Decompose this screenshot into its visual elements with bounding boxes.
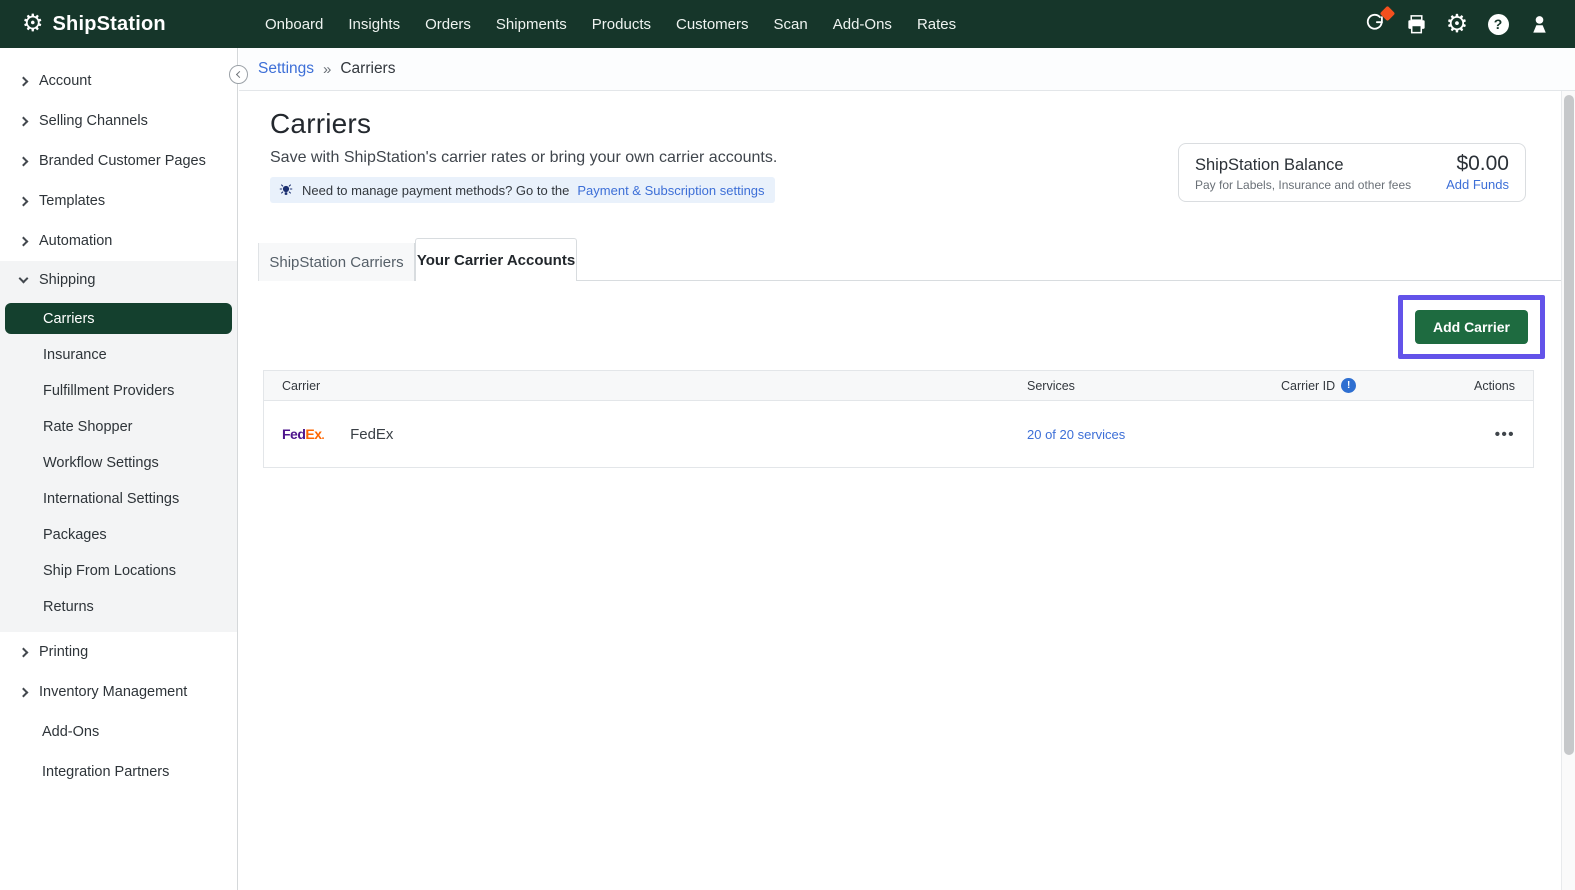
sidebar-item-carriers[interactable]: Carriers — [5, 303, 232, 334]
help-glyph: ? — [1488, 14, 1509, 35]
nav-orders[interactable]: Orders — [425, 16, 471, 33]
help-icon[interactable]: ? — [1486, 12, 1510, 36]
nav-rates[interactable]: Rates — [917, 16, 956, 33]
sidebar-item-templates[interactable]: Templates — [0, 181, 237, 221]
balance-card: ShipStation Balance $0.00 Pay for Labels… — [1178, 143, 1526, 202]
sidebar-item-label: Branded Customer Pages — [39, 153, 206, 169]
fedex-logo-icon: FedEx. — [282, 426, 324, 442]
sidebar-item-label: Automation — [39, 233, 112, 249]
sidebar-item-label: Selling Channels — [39, 113, 148, 129]
chevron-right-icon — [19, 687, 29, 697]
chevron-right-icon — [19, 647, 29, 657]
sidebar-section-shipping: Shipping Carriers Insurance Fulfillment … — [0, 261, 237, 632]
table-row: FedEx. FedEx 20 of 20 services ••• — [264, 401, 1533, 467]
chevron-right-icon — [19, 116, 29, 126]
nav-scan[interactable]: Scan — [774, 16, 808, 33]
chevron-right-icon — [19, 196, 29, 206]
chevron-left-icon — [236, 71, 243, 78]
sidebar-item-integration-partners[interactable]: Integration Partners — [0, 752, 237, 792]
sidebar-item-fulfillment-providers[interactable]: Fulfillment Providers — [0, 373, 237, 409]
user-icon[interactable] — [1527, 12, 1551, 36]
sidebar-item-workflow-settings[interactable]: Workflow Settings — [0, 445, 237, 481]
sidebar-item-printing[interactable]: Printing — [0, 632, 237, 672]
sidebar-item-add-ons[interactable]: Add-Ons — [0, 712, 237, 752]
add-funds-link[interactable]: Add Funds — [1446, 177, 1509, 192]
sidebar-item-selling-channels[interactable]: Selling Channels — [0, 101, 237, 141]
column-header-actions: Actions — [1441, 379, 1515, 393]
scrollbar-thumb[interactable] — [1564, 95, 1574, 755]
primary-nav: Onboard Insights Orders Shipments Produc… — [265, 0, 956, 48]
shipstation-logo-icon: ⚙ — [22, 12, 44, 36]
services-link[interactable]: 20 of 20 services — [1027, 427, 1281, 442]
carrier-cell: FedEx. FedEx — [282, 426, 1027, 443]
breadcrumb-current: Carriers — [340, 60, 395, 78]
nav-shipments[interactable]: Shipments — [496, 16, 567, 33]
sidebar-item-label: Add-Ons — [42, 724, 99, 740]
sidebar-item-account[interactable]: Account — [0, 61, 237, 101]
info-icon[interactable]: ! — [1341, 378, 1356, 393]
sidebar-item-returns[interactable]: Returns — [0, 589, 237, 625]
balance-title: ShipStation Balance — [1195, 156, 1344, 175]
refresh-icon[interactable] — [1363, 12, 1387, 36]
scrollbar-track[interactable] — [1561, 91, 1575, 890]
sidebar-item-shipping[interactable]: Shipping — [0, 261, 237, 299]
sidebar-item-label: Inventory Management — [39, 684, 187, 700]
printer-icon[interactable] — [1404, 12, 1428, 36]
carrier-id-label: Carrier ID — [1281, 379, 1335, 393]
balance-description: Pay for Labels, Insurance and other fees — [1195, 178, 1411, 192]
sidebar-item-packages[interactable]: Packages — [0, 517, 237, 553]
main-content: Settings » Carriers Carriers Save with S… — [239, 48, 1575, 890]
carrier-accounts-table: Carrier Services Carrier ID ! Actions Fe… — [263, 370, 1534, 468]
settings-sidebar: Account Selling Channels Branded Custome… — [0, 48, 238, 890]
shipstation-logo[interactable]: ⚙ ShipStation — [22, 0, 166, 48]
sidebar-item-label: Integration Partners — [42, 764, 169, 780]
tab-shipstation-carriers[interactable]: ShipStation Carriers — [258, 243, 415, 281]
sidebar-item-label: Templates — [39, 193, 105, 209]
sidebar-item-international-settings[interactable]: International Settings — [0, 481, 237, 517]
sidebar-item-insurance[interactable]: Insurance — [0, 337, 237, 373]
sidebar-item-label: Account — [39, 73, 91, 89]
sidebar-item-label: Printing — [39, 644, 88, 660]
topbar-icon-group: ⚙ ? — [1363, 0, 1551, 48]
chevron-right-icon — [19, 76, 29, 86]
add-carrier-highlight-box: Add Carrier — [1398, 295, 1545, 359]
shipstation-app: ⚙ ShipStation Onboard Insights Orders Sh… — [0, 0, 1575, 890]
breadcrumb: Settings » Carriers — [239, 48, 1575, 91]
breadcrumb-settings-link[interactable]: Settings — [258, 60, 314, 78]
sidebar-item-branded-customer-pages[interactable]: Branded Customer Pages — [0, 141, 237, 181]
carrier-name: FedEx — [350, 426, 393, 443]
sidebar-item-inventory-management[interactable]: Inventory Management — [0, 672, 237, 712]
sidebar-item-label: Shipping — [39, 272, 95, 288]
tab-your-carrier-accounts[interactable]: Your Carrier Accounts — [415, 238, 577, 281]
payment-tip-banner: Need to manage payment methods? Go to th… — [270, 177, 775, 203]
gear-icon[interactable]: ⚙ — [1445, 12, 1469, 36]
nav-customers[interactable]: Customers — [676, 16, 749, 33]
lightbulb-icon — [278, 182, 294, 198]
sidebar-collapse-button[interactable] — [229, 65, 248, 84]
sidebar-item-ship-from-locations[interactable]: Ship From Locations — [0, 553, 237, 589]
chevron-right-icon — [19, 236, 29, 246]
add-carrier-button[interactable]: Add Carrier — [1415, 310, 1528, 344]
row-actions-menu-icon[interactable]: ••• — [1441, 426, 1515, 443]
nav-onboard[interactable]: Onboard — [265, 16, 323, 33]
carrier-tabs: ShipStation Carriers Your Carrier Accoun… — [258, 238, 1561, 281]
chevron-down-icon — [19, 274, 29, 284]
payment-subscription-settings-link[interactable]: Payment & Subscription settings — [577, 183, 764, 198]
column-header-services: Services — [1027, 379, 1281, 393]
sidebar-item-rate-shopper[interactable]: Rate Shopper — [0, 409, 237, 445]
nav-add-ons[interactable]: Add-Ons — [833, 16, 892, 33]
page-title: Carriers — [270, 108, 1575, 140]
nav-insights[interactable]: Insights — [348, 16, 400, 33]
breadcrumb-separator: » — [323, 61, 331, 78]
column-header-carrier: Carrier — [282, 379, 1027, 393]
balance-amount: $0.00 — [1456, 152, 1509, 176]
table-header-row: Carrier Services Carrier ID ! Actions — [264, 371, 1533, 401]
column-header-carrier-id: Carrier ID ! — [1281, 378, 1441, 393]
nav-products[interactable]: Products — [592, 16, 651, 33]
chevron-right-icon — [19, 156, 29, 166]
brand-name: ShipStation — [53, 13, 166, 36]
sidebar-item-automation[interactable]: Automation — [0, 221, 237, 261]
top-navigation-bar: ⚙ ShipStation Onboard Insights Orders Sh… — [0, 0, 1575, 48]
tip-text: Need to manage payment methods? Go to th… — [302, 183, 569, 198]
